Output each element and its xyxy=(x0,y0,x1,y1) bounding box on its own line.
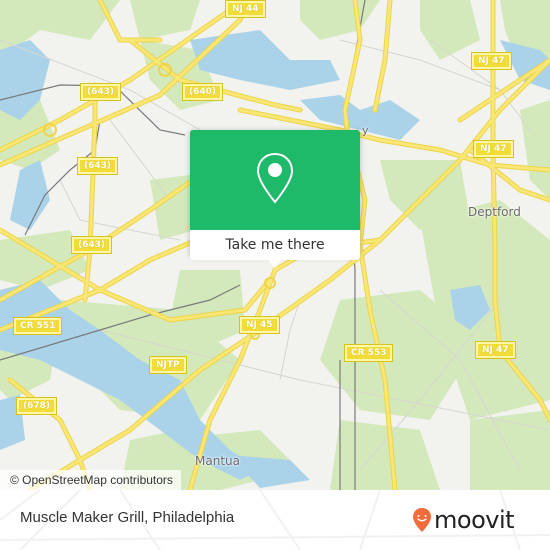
place-title: Muscle Maker Grill, Philadelphia xyxy=(20,509,235,526)
road-shield-nj47: NJ 47 xyxy=(473,140,514,158)
map-view[interactable]: NJ 44 (643) (640) NJ 47 NJ 47 (643) (643… xyxy=(0,0,550,490)
road-shield-nj45: NJ 45 xyxy=(239,316,280,334)
moovit-smile-pin-icon xyxy=(413,508,431,532)
road-shield-cr678: (678) xyxy=(15,397,58,415)
road-shield-nj47: NJ 47 xyxy=(475,341,516,359)
popup-header xyxy=(190,130,360,230)
take-me-there-button[interactable]: Take me there xyxy=(190,230,360,260)
road-shield-njtp: NJTP xyxy=(149,356,187,374)
popup-pointer xyxy=(267,258,283,268)
road-shield-cr643: (643) xyxy=(70,236,113,254)
footer-bar: Muscle Maker Grill, Philadelphia moovit xyxy=(0,490,550,550)
road-shield-nj47: NJ 47 xyxy=(471,52,512,70)
place-label-fragment: y xyxy=(362,124,369,137)
place-label-mantua: Mantua xyxy=(195,454,240,468)
road-shield-cr643: (643) xyxy=(76,157,119,175)
road-shield-cr551: CR 551 xyxy=(12,317,63,335)
moovit-wordmark: moovit xyxy=(434,506,515,534)
location-popup: Take me there xyxy=(190,130,360,268)
moovit-logo[interactable]: moovit xyxy=(412,502,515,538)
road-shield-cr640: (640) xyxy=(181,83,224,101)
map-attribution[interactable]: © OpenStreetMap contributors xyxy=(0,470,181,490)
road-shield-nj44: NJ 44 xyxy=(225,0,266,18)
map-pin-icon xyxy=(256,152,294,204)
map-card: NJ 44 (643) (640) NJ 47 NJ 47 (643) (643… xyxy=(0,0,550,550)
road-shield-cr553: CR 553 xyxy=(343,344,394,362)
place-label-deptford: Deptford xyxy=(468,205,521,219)
road-shield-cr643: (643) xyxy=(79,83,122,101)
